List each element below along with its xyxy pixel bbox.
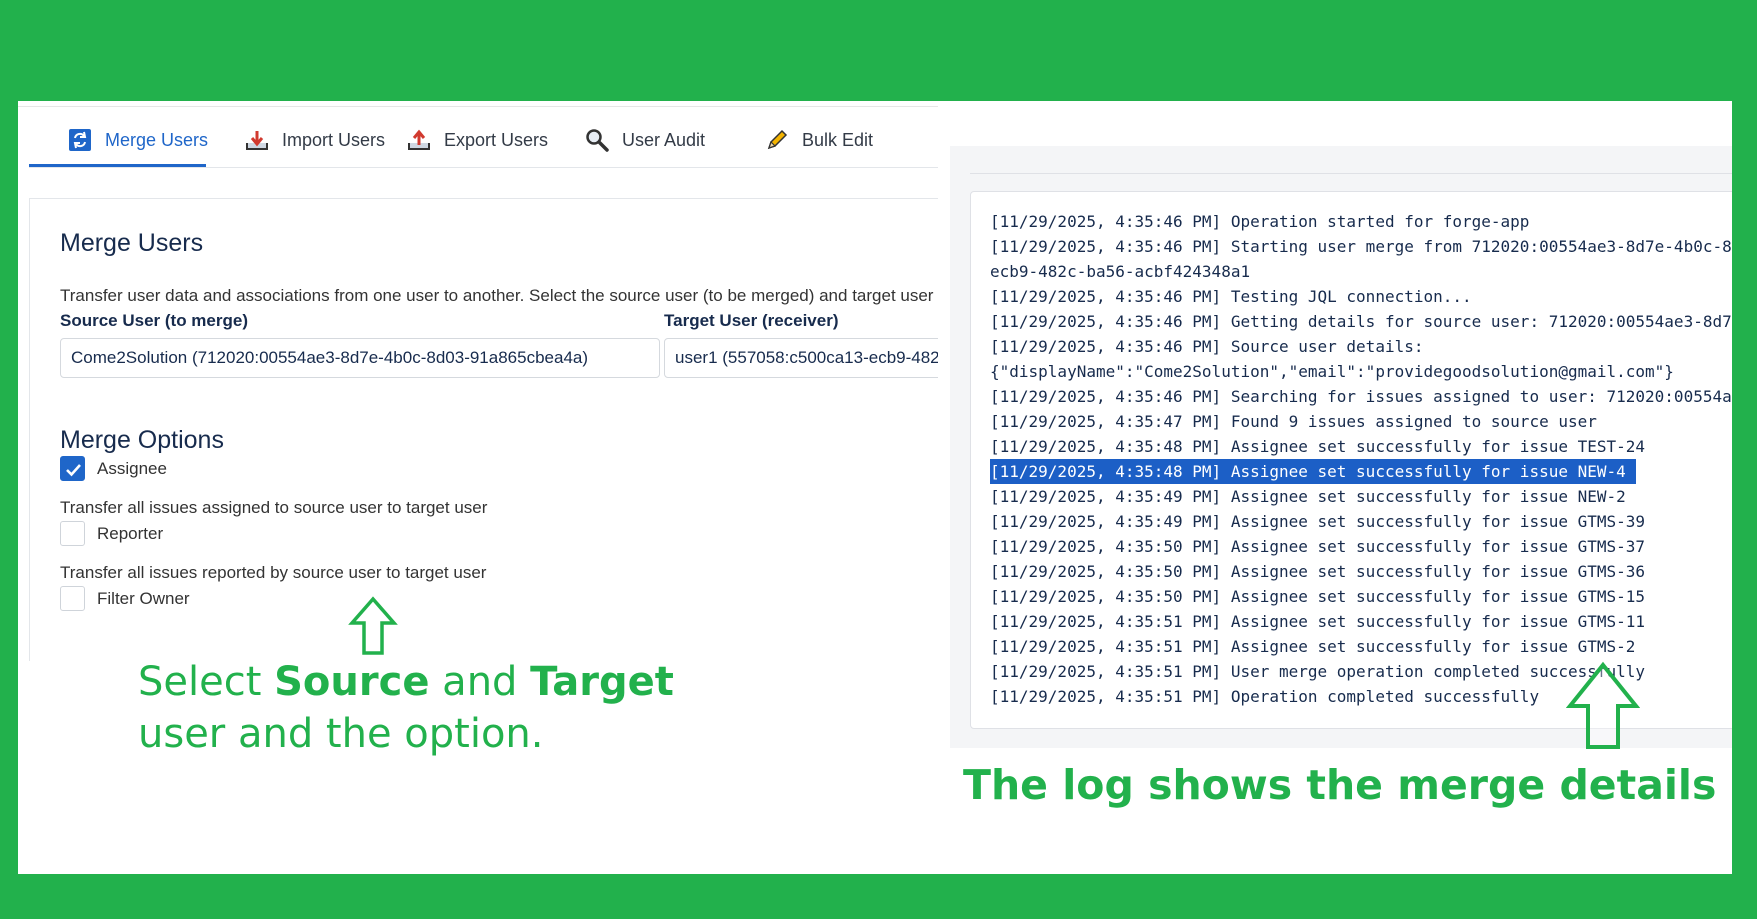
divider — [970, 173, 1732, 174]
callout-text: Select — [138, 659, 275, 705]
log-line: [11/29/2025, 4:35:50 PM] Assignee set su… — [990, 537, 1646, 556]
callout-target: Target — [530, 659, 674, 705]
tab-export-users[interactable]: Export Users — [406, 115, 548, 165]
log-lines: [11/29/2025, 4:35:46 PM] Operation start… — [990, 209, 1732, 709]
export-icon — [406, 127, 432, 153]
reporter-checkbox[interactable] — [60, 521, 85, 546]
tab-label: Bulk Edit — [802, 129, 874, 150]
log-line: [11/29/2025, 4:35:46 PM] Getting details… — [990, 312, 1732, 331]
pencil-icon — [764, 127, 790, 153]
log-line: ecb9-482c-ba56-acbf424348a1 — [990, 262, 1251, 281]
reporter-label: Reporter — [97, 524, 164, 543]
log-line: [11/29/2025, 4:35:51 PM] Assignee set su… — [990, 637, 1636, 656]
up-arrow-icon — [1566, 661, 1640, 749]
target-user-input[interactable] — [664, 338, 938, 378]
target-user-label: Target User (receiver) — [664, 311, 839, 330]
log-line: [11/29/2025, 4:35:46 PM] Operation start… — [990, 212, 1530, 231]
active-tab-indicator — [29, 164, 206, 167]
log-line: [11/29/2025, 4:35:48 PM] Assignee set su… — [990, 459, 1732, 484]
log-line: [11/29/2025, 4:35:47 PM] Found 9 issues … — [990, 412, 1597, 431]
tab-bulk-edit[interactable]: Bulk Edit — [764, 115, 873, 165]
tab-import-users[interactable]: Import Users — [244, 115, 385, 165]
filter-owner-checkbox[interactable] — [60, 586, 85, 611]
assignee-hint: Transfer all issues assigned to source u… — [60, 498, 488, 517]
reporter-hint: Transfer all issues reported by source u… — [60, 563, 487, 582]
tab-label: Export Users — [444, 129, 549, 150]
tab-label: User Audit — [622, 129, 706, 150]
log-line: [11/29/2025, 4:35:50 PM] Assignee set su… — [990, 587, 1646, 606]
callout-select-source-target: Select Source and Target user and the op… — [138, 656, 674, 760]
log-line: [11/29/2025, 4:35:49 PM] Assignee set su… — [990, 512, 1646, 531]
log-line: [11/29/2025, 4:35:46 PM] Testing JQL con… — [990, 287, 1472, 306]
log-panel: [11/29/2025, 4:35:46 PM] Operation start… — [950, 146, 1732, 748]
tab-user-audit[interactable]: User Audit — [584, 115, 705, 165]
log-line: [11/29/2025, 4:35:46 PM] Starting user m… — [990, 237, 1732, 256]
log-line: [11/29/2025, 4:35:46 PM] Searching for i… — [990, 387, 1732, 406]
callout-log-details: The log shows the merge details — [963, 761, 1717, 809]
import-icon — [244, 127, 270, 153]
log-line: {"displayName":"Come2Solution","email":"… — [990, 362, 1674, 381]
up-arrow-icon — [348, 596, 398, 655]
tab-bar: Merge Users Import Users Export Users Us… — [29, 101, 938, 168]
tab-merge-users[interactable]: Merge Users — [67, 115, 208, 165]
callout-text: and — [429, 659, 531, 705]
merge-users-app: Merge Users Import Users Export Users Us… — [18, 101, 938, 661]
log-line: [11/29/2025, 4:35:51 PM] Assignee set su… — [990, 612, 1646, 631]
merge-options-title: Merge Options — [60, 426, 224, 454]
filter-owner-label: Filter Owner — [97, 589, 190, 608]
tab-label: Import Users — [282, 129, 386, 150]
tab-label: Merge Users — [105, 129, 209, 150]
screenshot-panel: Merge Users Import Users Export Users Us… — [18, 101, 1732, 874]
source-user-label: Source User (to merge) — [60, 311, 248, 330]
log-line: [11/29/2025, 4:35:46 PM] Source user det… — [990, 337, 1424, 356]
source-user-input[interactable] — [60, 338, 660, 378]
assignee-checkbox[interactable] — [60, 456, 85, 481]
merge-description: Transfer user data and associations from… — [60, 286, 934, 305]
page-title: Merge Users — [60, 229, 204, 257]
log-line: [11/29/2025, 4:35:50 PM] Assignee set su… — [990, 562, 1646, 581]
assignee-label: Assignee — [97, 459, 167, 478]
log-line: [11/29/2025, 4:35:48 PM] Assignee set su… — [990, 437, 1646, 456]
merge-icon — [67, 127, 93, 153]
search-icon — [584, 127, 610, 153]
callout-source: Source — [274, 659, 430, 705]
callout-text: user and the option. — [138, 711, 544, 757]
check-icon — [66, 464, 81, 477]
log-output[interactable]: [11/29/2025, 4:35:46 PM] Operation start… — [970, 191, 1732, 729]
log-line: [11/29/2025, 4:35:49 PM] Assignee set su… — [990, 487, 1626, 506]
